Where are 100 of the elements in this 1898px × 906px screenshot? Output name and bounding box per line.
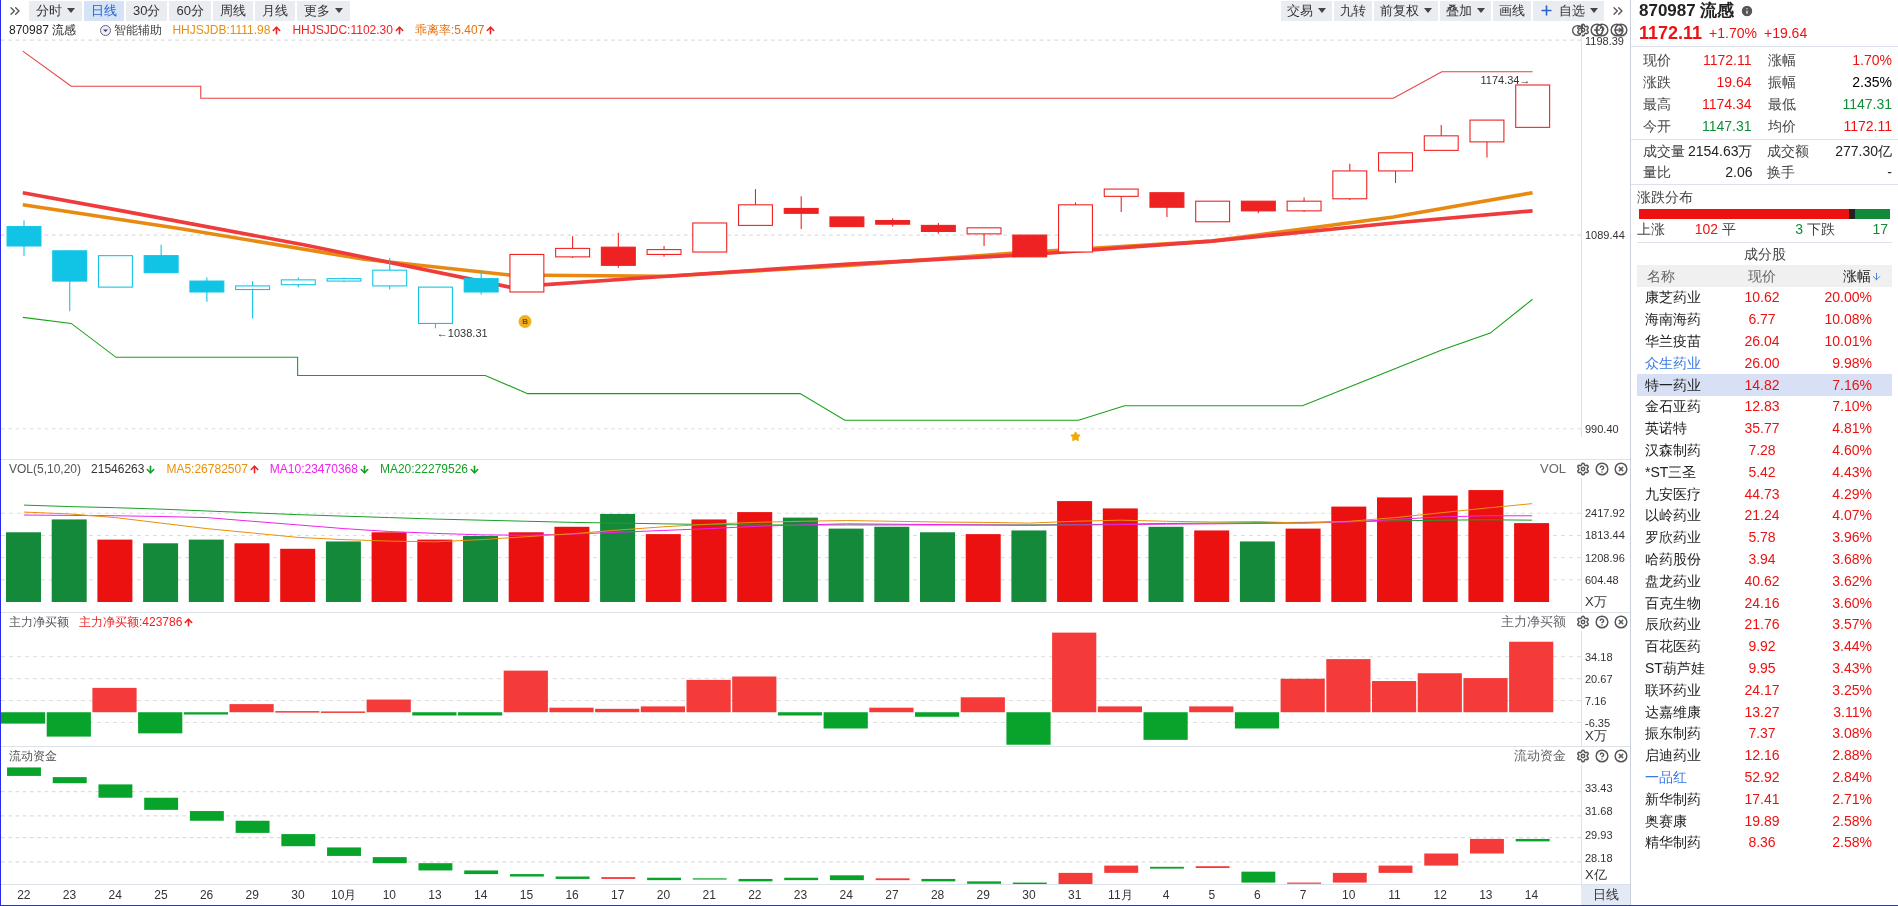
date-label: 23 xyxy=(792,887,809,904)
candlestick xyxy=(1058,201,1093,253)
stock-row[interactable]: 辰欣药业 21.76 3.57% xyxy=(1637,613,1892,636)
stock-price: 7.28 xyxy=(1747,440,1777,460)
sort-arrow-icon xyxy=(1871,270,1882,282)
stock-row[interactable]: *ST三圣 5.42 4.43% xyxy=(1637,461,1892,484)
zoom-in-icon[interactable] xyxy=(1590,23,1604,37)
toolbar-button[interactable]: 交易 xyxy=(1281,0,1332,21)
stock-row[interactable]: 汉森制药 7.28 4.60% xyxy=(1637,439,1892,462)
indicator-value: MA20:22279526 xyxy=(379,461,468,478)
column-header[interactable]: 涨幅 xyxy=(1797,265,1892,287)
settings-icon[interactable] xyxy=(1576,462,1590,476)
assist-dropdown[interactable]: 智能辅助 xyxy=(100,21,163,39)
stock-row[interactable]: 康芝药业 10.62 20.00% xyxy=(1637,287,1892,309)
period-tab[interactable]: 60分 xyxy=(169,0,211,21)
breadth-count: 3 xyxy=(1795,220,1803,239)
settings-icon[interactable] xyxy=(1576,615,1590,629)
stock-row[interactable]: 奥赛康 19.89 2.58% xyxy=(1637,810,1892,832)
date-label: 24 xyxy=(838,887,854,904)
stock-row[interactable]: 达嘉维康 13.27 3.11% xyxy=(1637,701,1892,723)
help-icon[interactable] xyxy=(1595,749,1609,763)
toolbar-button[interactable]: 画线 xyxy=(1493,0,1531,21)
candlestick xyxy=(1012,234,1048,258)
indicator-value: MA10:23470368 xyxy=(269,461,358,478)
date-label: 20 xyxy=(655,887,672,904)
stat-value: 2.06 xyxy=(1724,163,1754,182)
section-title: 成分股 xyxy=(1742,245,1787,264)
column-header[interactable]: 名称 xyxy=(1637,265,1727,287)
stock-row[interactable]: 金石亚药 12.83 7.10% xyxy=(1637,396,1892,418)
stock-row[interactable]: 一品红 52.92 2.84% xyxy=(1637,766,1892,789)
close-icon[interactable] xyxy=(1614,462,1628,476)
stock-row[interactable]: 特一药业 14.82 7.16% xyxy=(1637,374,1892,396)
stock-name: 新华制药 xyxy=(1644,789,1702,809)
period-tab[interactable]: 更多 xyxy=(296,0,350,21)
net-buy-bar xyxy=(1417,673,1462,713)
volume-bar xyxy=(325,541,361,602)
panel-title: VOL(5,10,20) xyxy=(9,461,82,478)
toolbar-button[interactable]: 九转 xyxy=(1334,0,1372,21)
period-button[interactable]: 日线 xyxy=(1581,885,1630,905)
stock-change: 4.81% xyxy=(1831,419,1873,439)
stock-row[interactable]: 罗欣药业 5.78 3.96% xyxy=(1637,526,1892,549)
close-icon[interactable] xyxy=(1614,615,1628,629)
stock-row[interactable]: 华兰疫苗 26.04 10.01% xyxy=(1637,330,1892,353)
stock-price: 24.17 xyxy=(1743,680,1781,700)
add-watchlist-button[interactable]: 自选 xyxy=(1533,0,1604,21)
volume-bar xyxy=(1194,530,1230,602)
stock-row[interactable]: 哈药股份 3.94 3.68% xyxy=(1637,548,1892,571)
stock-row[interactable]: 百花医药 9.92 3.44% xyxy=(1637,635,1892,658)
help-icon[interactable] xyxy=(1595,23,1609,37)
stock-row[interactable]: 振东制药 7.37 3.08% xyxy=(1637,722,1892,745)
toolbar-button[interactable]: 前复权 xyxy=(1374,0,1438,21)
volume-bar xyxy=(1239,541,1275,602)
settings-icon[interactable] xyxy=(1576,23,1590,37)
liquidity-bar xyxy=(1515,838,1550,842)
volume-bar xyxy=(97,539,133,602)
unit-label: X万 xyxy=(1585,727,1607,745)
refresh-icon[interactable] xyxy=(1571,23,1584,37)
stock-row[interactable]: 众生药业 26.00 9.98% xyxy=(1637,352,1892,375)
stat-label: 今开 xyxy=(1642,117,1671,136)
stock-price: 24.16 xyxy=(1743,593,1781,613)
volume-bar xyxy=(188,539,224,602)
period-tab[interactable]: 分时 xyxy=(29,0,82,21)
settings-icon[interactable] xyxy=(1576,749,1590,763)
period-tab[interactable]: 30分 xyxy=(126,0,168,21)
period-tab[interactable]: 日线 xyxy=(84,0,124,21)
date-label: 22 xyxy=(747,887,763,904)
stock-row[interactable]: 联环药业 24.17 3.25% xyxy=(1637,679,1892,702)
liquidity-bar xyxy=(1241,871,1276,883)
zoom-out-icon[interactable] xyxy=(1610,23,1624,37)
help-icon[interactable] xyxy=(1595,462,1609,476)
stock-row[interactable]: 精华制药 8.36 2.58% xyxy=(1637,831,1892,854)
stock-row[interactable]: 海南海药 6.77 10.08% xyxy=(1637,308,1892,331)
period-tab[interactable]: 月线 xyxy=(254,0,295,21)
column-header[interactable]: 现价 xyxy=(1727,265,1797,287)
indicator-value: HHJSJDB:1111.98 xyxy=(172,22,271,39)
stock-price: 12.16 xyxy=(1743,746,1781,766)
stock-row[interactable]: 启迪药业 12.16 2.88% xyxy=(1637,744,1892,767)
stock-row[interactable]: 百克生物 24.16 3.60% xyxy=(1637,592,1892,614)
period-tab[interactable]: 周线 xyxy=(212,0,253,21)
date-label: 13 xyxy=(427,887,443,904)
liquidity-bar xyxy=(1150,866,1184,869)
help-icon[interactable] xyxy=(1595,615,1609,629)
stock-price: 26.00 xyxy=(1743,353,1781,373)
stock-row[interactable]: 新华制药 17.41 2.71% xyxy=(1637,788,1892,811)
candlestick xyxy=(646,245,682,258)
stock-change: 3.11% xyxy=(1832,702,1873,722)
stock-row[interactable]: ST葫芦娃 9.95 3.43% xyxy=(1637,657,1892,680)
stock-row[interactable]: 盘龙药业 40.62 3.62% xyxy=(1637,570,1892,593)
stock-row[interactable]: 英诺特 35.77 4.81% xyxy=(1637,417,1892,440)
stock-row[interactable]: 以岭药业 21.24 4.07% xyxy=(1637,504,1892,527)
close-icon[interactable] xyxy=(1614,23,1628,37)
breadth-count: 102 xyxy=(1694,220,1718,239)
price-annotation: ←1038.31 xyxy=(436,325,488,341)
stock-name: 华兰疫苗 xyxy=(1644,332,1702,351)
toolbar-button[interactable]: 叠加 xyxy=(1440,0,1491,21)
stock-row[interactable]: 九安医疗 44.73 4.29% xyxy=(1637,483,1892,505)
candlestick xyxy=(189,276,225,303)
close-icon[interactable] xyxy=(1614,749,1628,763)
stock-change: 3.62% xyxy=(1831,571,1873,591)
info-icon[interactable] xyxy=(1740,4,1755,18)
